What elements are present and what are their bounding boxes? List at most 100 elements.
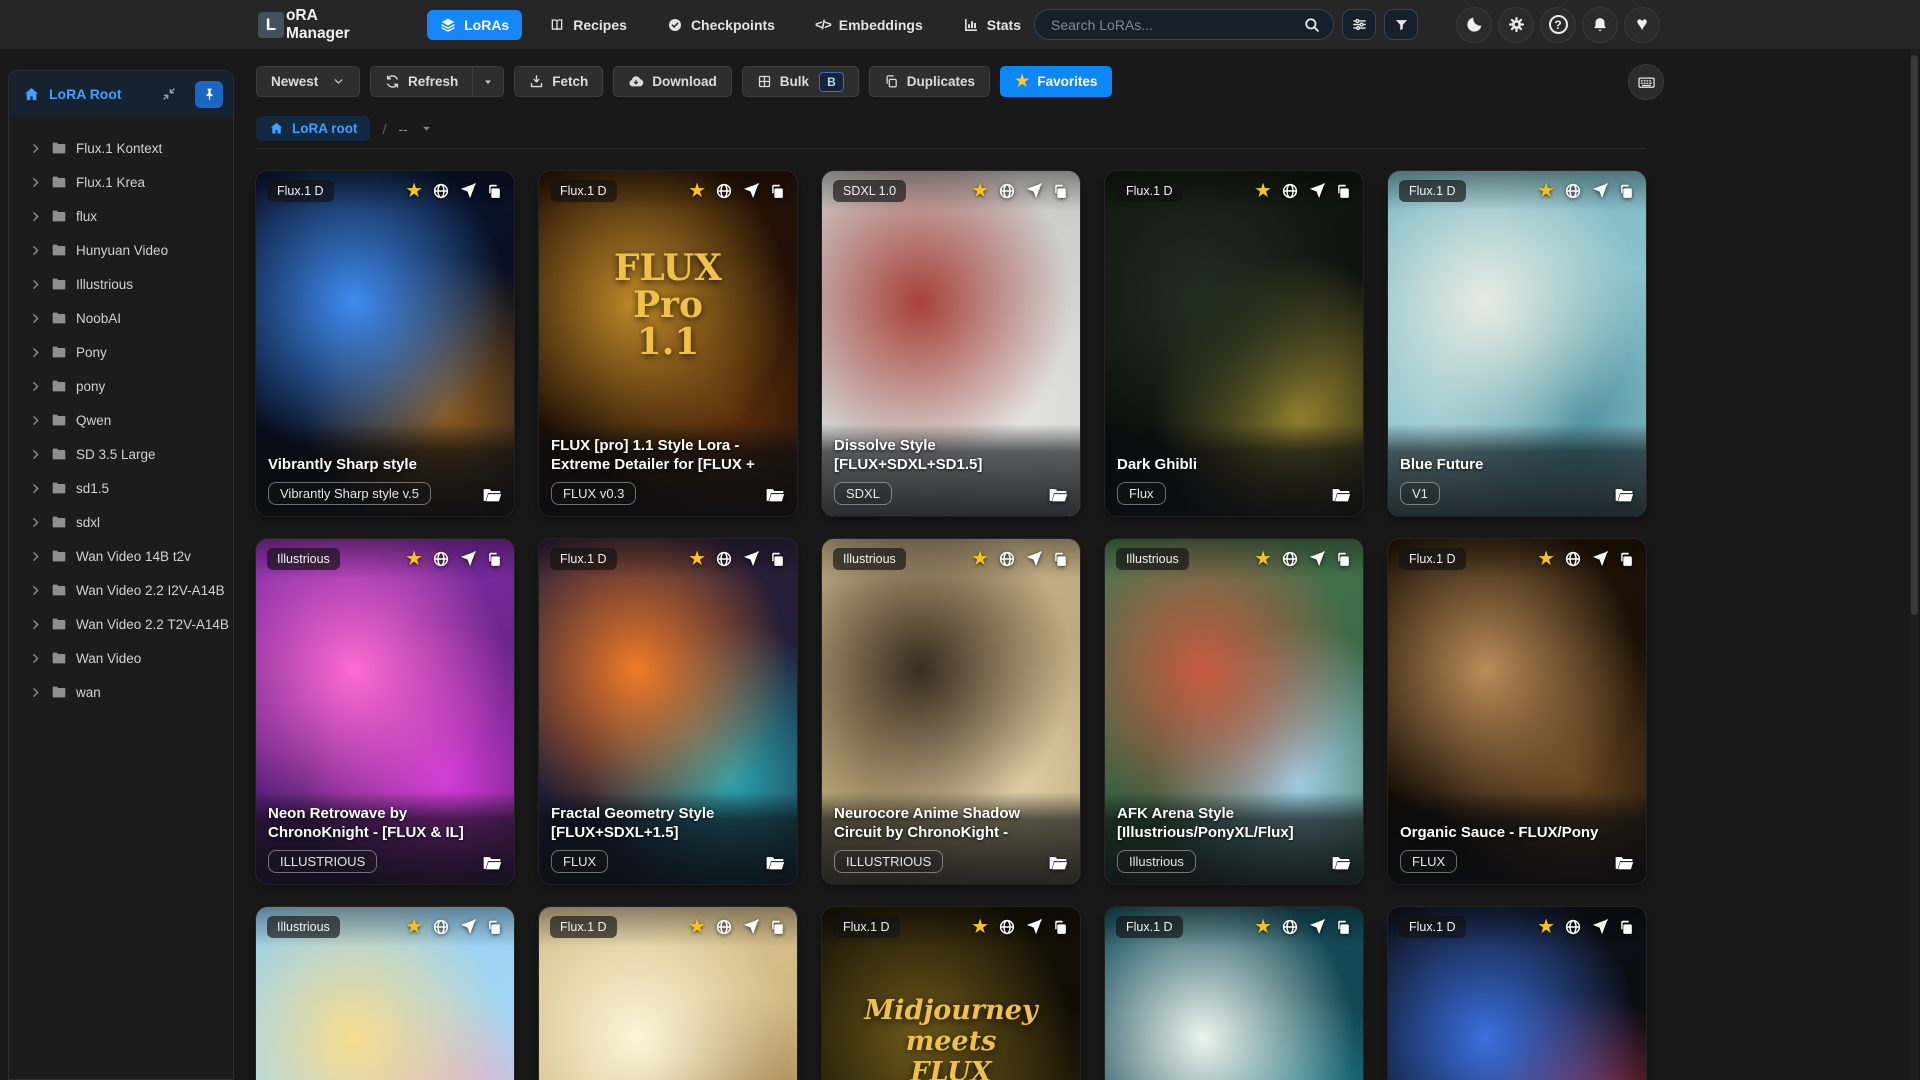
open-folder-icon[interactable] xyxy=(1048,485,1068,505)
chevron-right-icon[interactable] xyxy=(29,414,42,427)
sidebar-folder-item[interactable]: Illustrious xyxy=(9,267,233,301)
globe-icon[interactable] xyxy=(998,918,1016,936)
open-folder-icon[interactable] xyxy=(482,485,502,505)
globe-icon[interactable] xyxy=(1281,182,1299,200)
favorite-star-icon[interactable]: ★ xyxy=(1254,181,1272,201)
lora-card[interactable]: Midjourney meets FLUX Flux.1 D ★ xyxy=(822,907,1080,1080)
copy-icon[interactable] xyxy=(486,551,503,568)
send-icon[interactable] xyxy=(742,182,760,200)
lora-card[interactable]: Flux.1 D ★ Blue Future V1 xyxy=(1388,171,1646,516)
copy-icon[interactable] xyxy=(1335,551,1352,568)
copy-icon[interactable] xyxy=(486,183,503,200)
nav-tab-recipes[interactable]: Recipes xyxy=(536,10,640,40)
open-folder-icon[interactable] xyxy=(1331,485,1351,505)
notifications-button[interactable] xyxy=(1582,6,1618,43)
lora-card[interactable]: Flux.1 D ★ Dark Ghibli Flux xyxy=(1105,171,1363,516)
lora-card[interactable]: Illustrious ★ Neurocore Anime Shadow Cir… xyxy=(822,539,1080,884)
chevron-right-icon[interactable] xyxy=(29,278,42,291)
chevron-right-icon[interactable] xyxy=(29,482,42,495)
chevron-right-icon[interactable] xyxy=(29,210,42,223)
globe-icon[interactable] xyxy=(998,550,1016,568)
favorite-star-icon[interactable]: ★ xyxy=(405,181,423,201)
send-icon[interactable] xyxy=(1591,550,1609,568)
version-badge[interactable]: V1 xyxy=(1400,482,1440,505)
chevron-right-icon[interactable] xyxy=(29,686,42,699)
sidebar-folder-item[interactable]: wan xyxy=(9,675,233,709)
version-badge[interactable]: ILLUSTRIOUS xyxy=(834,850,944,873)
vertical-scrollbar[interactable] xyxy=(1910,49,1919,1080)
lora-card[interactable]: FLUX Pro 1.1 Flux.1 D ★ FLUX [pro] 1.1 S… xyxy=(539,171,797,516)
sort-dropdown[interactable]: Newest xyxy=(256,66,360,97)
settings-button[interactable] xyxy=(1498,6,1534,43)
chevron-right-icon[interactable] xyxy=(29,176,42,189)
globe-icon[interactable] xyxy=(1564,182,1582,200)
favorite-star-icon[interactable]: ★ xyxy=(971,181,989,201)
version-badge[interactable]: Vibrantly Sharp style v.5 xyxy=(268,482,431,505)
send-icon[interactable] xyxy=(459,550,477,568)
copy-icon[interactable] xyxy=(1618,919,1635,936)
favorite-star-icon[interactable]: ★ xyxy=(1254,549,1272,569)
globe-icon[interactable] xyxy=(432,918,450,936)
open-folder-icon[interactable] xyxy=(1614,853,1634,873)
copy-icon[interactable] xyxy=(1052,183,1069,200)
sidebar-folder-item[interactable]: SD 3.5 Large xyxy=(9,437,233,471)
globe-icon[interactable] xyxy=(715,182,733,200)
send-icon[interactable] xyxy=(1025,182,1043,200)
globe-icon[interactable] xyxy=(432,182,450,200)
globe-icon[interactable] xyxy=(998,182,1016,200)
search-box[interactable] xyxy=(1034,9,1334,40)
globe-icon[interactable] xyxy=(432,550,450,568)
sidebar-folder-item[interactable]: pony xyxy=(9,369,233,403)
lora-card[interactable]: Flux.1 D ★ Fractal Geometry Style [FLUX+… xyxy=(539,539,797,884)
send-icon[interactable] xyxy=(1025,550,1043,568)
version-badge[interactable]: ILLUSTRIOUS xyxy=(268,850,378,873)
copy-icon[interactable] xyxy=(1618,551,1635,568)
open-folder-icon[interactable] xyxy=(1048,853,1068,873)
sidebar-root-label[interactable]: LoRA Root xyxy=(49,86,122,102)
send-icon[interactable] xyxy=(459,182,477,200)
globe-icon[interactable] xyxy=(1281,550,1299,568)
chevron-right-icon[interactable] xyxy=(29,380,42,393)
copy-icon[interactable] xyxy=(769,919,786,936)
theme-toggle-button[interactable] xyxy=(1456,6,1492,43)
version-badge[interactable]: FLUX xyxy=(1400,850,1458,873)
sidebar-folder-item[interactable]: NoobAI xyxy=(9,301,233,335)
sidebar-folder-item[interactable]: Wan Video 14B t2v xyxy=(9,539,233,573)
send-icon[interactable] xyxy=(1591,182,1609,200)
chevron-right-icon[interactable] xyxy=(29,550,42,563)
sidebar-folder-item[interactable]: Hunyuan Video xyxy=(9,233,233,267)
search-icon[interactable] xyxy=(1303,16,1321,34)
favorites-button[interactable]: ♥ xyxy=(1624,6,1660,43)
sidebar-folder-item[interactable]: Pony xyxy=(9,335,233,369)
send-icon[interactable] xyxy=(742,550,760,568)
sidebar-folder-item[interactable]: Wan Video 2.2 I2V-A14B xyxy=(9,573,233,607)
favorite-star-icon[interactable]: ★ xyxy=(1537,181,1555,201)
version-badge[interactable]: SDXL xyxy=(834,482,892,505)
favorite-star-icon[interactable]: ★ xyxy=(971,549,989,569)
app-logo[interactable]: L oRA Manager xyxy=(258,7,385,43)
send-icon[interactable] xyxy=(1308,550,1326,568)
nav-tab-checkpoints[interactable]: Checkpoints xyxy=(654,10,788,40)
search-input[interactable] xyxy=(1051,16,1303,33)
help-button[interactable]: ? xyxy=(1540,6,1576,43)
lora-card[interactable]: Flux.1 D ★ Vibrantly Sharp style Vibrant… xyxy=(256,171,514,516)
pin-sidebar-button[interactable] xyxy=(195,80,223,108)
sidebar-folder-item[interactable]: flux xyxy=(9,199,233,233)
copy-icon[interactable] xyxy=(1052,919,1069,936)
chevron-right-icon[interactable] xyxy=(29,584,42,597)
copy-icon[interactable] xyxy=(486,919,503,936)
chevron-right-icon[interactable] xyxy=(29,142,42,155)
sidebar-folder-item[interactable]: Qwen xyxy=(9,403,233,437)
open-folder-icon[interactable] xyxy=(482,853,502,873)
version-badge[interactable]: FLUX v0.3 xyxy=(551,482,637,505)
send-icon[interactable] xyxy=(459,918,477,936)
chevron-right-icon[interactable] xyxy=(29,516,42,529)
send-icon[interactable] xyxy=(1025,918,1043,936)
lora-card[interactable]: Illustrious ★ Neon Retrowave by ChronoKn… xyxy=(256,539,514,884)
globe-icon[interactable] xyxy=(1564,550,1582,568)
send-icon[interactable] xyxy=(1308,918,1326,936)
globe-icon[interactable] xyxy=(1281,918,1299,936)
sidebar-header[interactable]: LoRA Root xyxy=(9,71,233,117)
lora-card[interactable]: Illustrious ★ AFK Arena Style [Illustrio… xyxy=(1105,539,1363,884)
lora-card[interactable]: SDXL 1.0 ★ Dissolve Style [FLUX+SDXL+SD1… xyxy=(822,171,1080,516)
